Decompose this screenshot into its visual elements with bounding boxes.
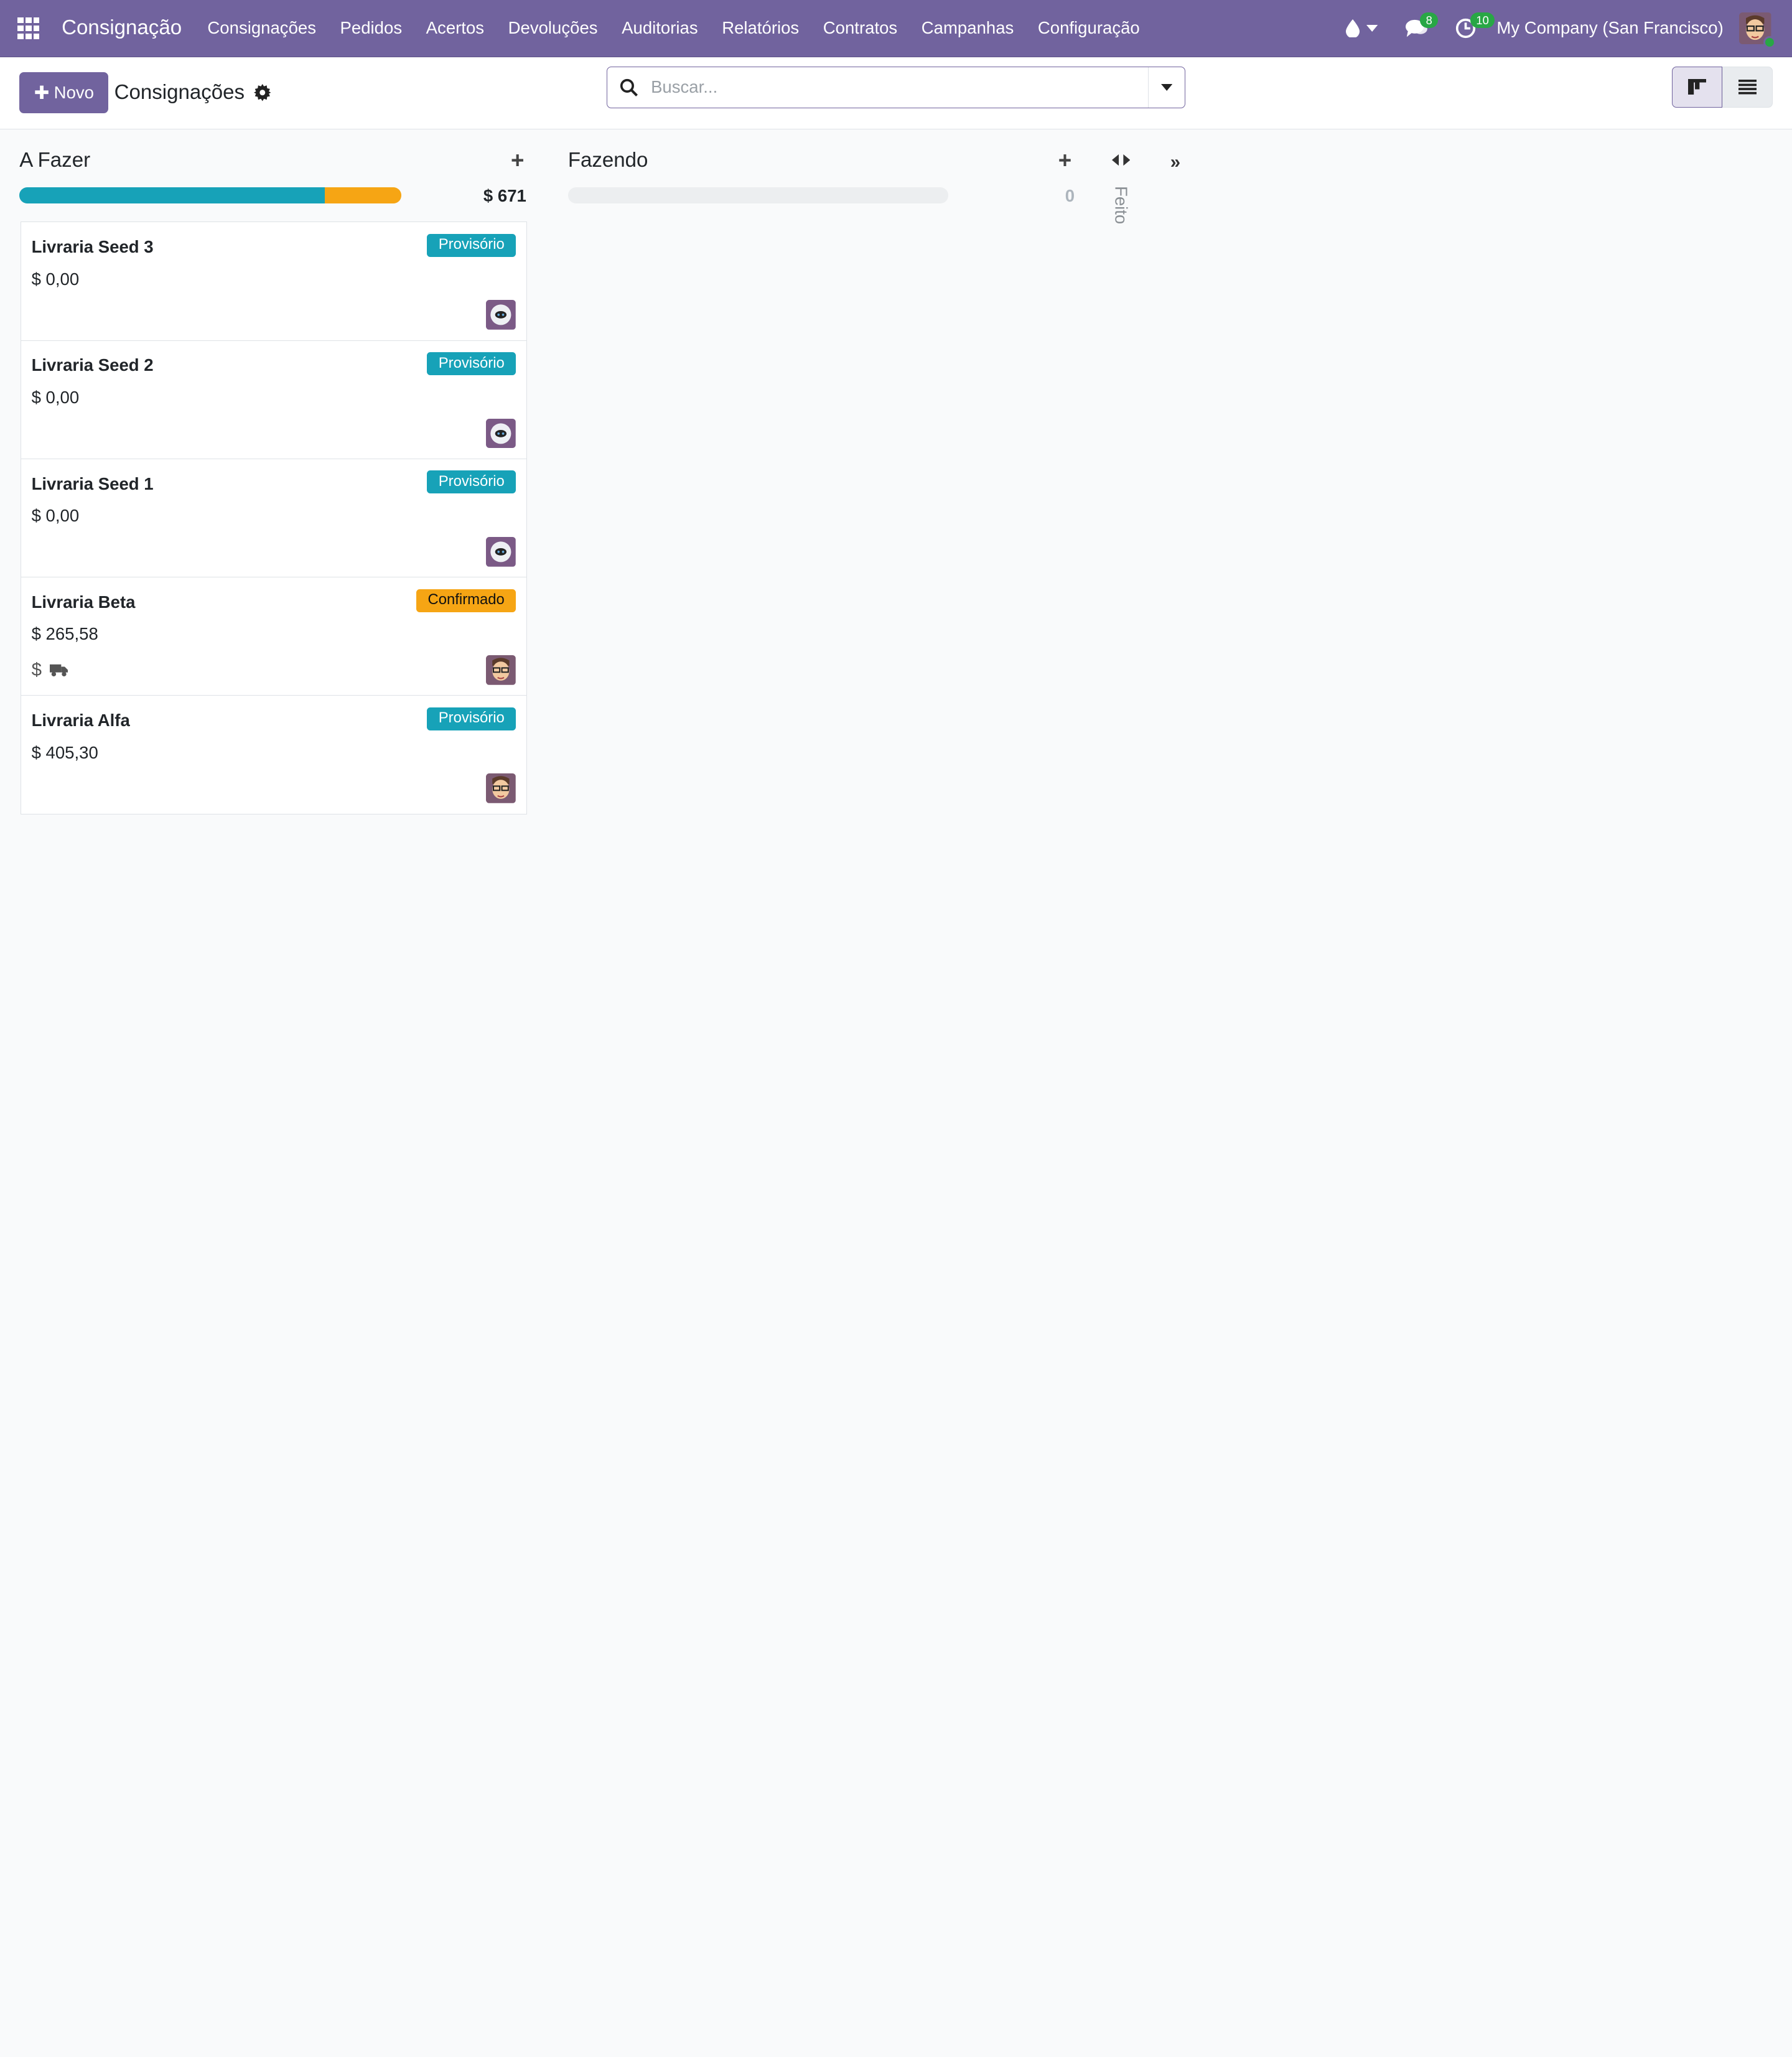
column-title-feito[interactable]: Feito xyxy=(1111,186,1131,224)
menu-item-campanhas[interactable]: Campanhas xyxy=(909,0,1025,57)
plus-icon: ✚ xyxy=(34,82,50,103)
caret-down-icon xyxy=(1160,83,1172,91)
bot-avatar[interactable] xyxy=(486,418,516,449)
search-input[interactable] xyxy=(651,77,1148,98)
status-badge: Confirmado xyxy=(416,589,516,612)
kanban-card[interactable]: Livraria Beta $ 265,58 Confirmado $ xyxy=(21,577,526,696)
card-icons: $ xyxy=(32,660,68,681)
messages-button[interactable]: 8 xyxy=(1405,0,1438,57)
kanban-card[interactable]: Livraria Seed 2 $ 0,00 Provisório xyxy=(21,340,526,459)
progress-confirmado[interactable] xyxy=(324,187,401,203)
kanban-card[interactable]: Livraria Seed 3 $ 0,00 Provisório xyxy=(21,222,526,341)
menu-item-pedidos[interactable]: Pedidos xyxy=(328,0,414,57)
column-progress-bar[interactable] xyxy=(19,187,401,203)
column-total: $ 671 xyxy=(483,186,526,206)
card-title: Livraria Seed 3 xyxy=(31,237,154,257)
kanban-view-button[interactable] xyxy=(1672,66,1722,108)
drop-icon xyxy=(1346,19,1360,38)
online-status-dot xyxy=(1763,36,1776,49)
chevron-down-icon xyxy=(1366,24,1378,32)
kanban-card[interactable]: Livraria Seed 1 $ 0,00 Provisório xyxy=(21,459,526,578)
app-name[interactable]: Consignação xyxy=(62,16,182,40)
page: Consignação Consignações Pedidos Acertos… xyxy=(0,0,1792,1120)
apps-icon[interactable] xyxy=(0,0,57,57)
bot-avatar[interactable] xyxy=(486,536,516,567)
double-chevron-right-icon[interactable]: » xyxy=(1170,152,1180,173)
menu-item-relatorios[interactable]: Relatórios xyxy=(710,0,811,57)
column-cards: Livraria Seed 3 $ 0,00 Provisório Livrar… xyxy=(21,222,527,814)
expand-column-icon[interactable] xyxy=(1112,154,1131,166)
truck-icon xyxy=(49,664,68,676)
card-amount: $ 0,00 xyxy=(31,269,80,289)
breadcrumb: Consignações xyxy=(114,81,271,105)
card-title: Livraria Alfa xyxy=(31,711,130,730)
list-icon xyxy=(1738,79,1757,95)
menu-item-consignacoes[interactable]: Consignações xyxy=(195,0,328,57)
view-switcher xyxy=(1672,66,1773,108)
status-badge: Provisório xyxy=(427,352,516,376)
column-add-icon[interactable]: + xyxy=(1058,147,1071,174)
new-button-label: Novo xyxy=(54,83,94,103)
user-avatar[interactable] xyxy=(486,773,516,804)
menu-item-contratos[interactable]: Contratos xyxy=(811,0,909,57)
card-amount: $ 405,30 xyxy=(31,742,98,762)
card-amount: $ 0,00 xyxy=(31,506,80,526)
messages-count-badge: 8 xyxy=(1420,12,1438,29)
card-title: Livraria Seed 1 xyxy=(31,473,154,493)
kanban-icon xyxy=(1687,78,1707,95)
card-title: Livraria Seed 2 xyxy=(31,355,154,375)
search-icon[interactable] xyxy=(607,78,651,96)
menu-item-acertos[interactable]: Acertos xyxy=(414,0,496,57)
card-amount: $ 0,00 xyxy=(31,387,80,407)
column-add-icon[interactable]: + xyxy=(511,147,524,174)
activities-button[interactable]: 10 xyxy=(1455,0,1495,57)
menu-item-configuracao[interactable]: Configuração xyxy=(1026,0,1152,57)
status-badge: Provisório xyxy=(427,233,516,257)
top-navbar: Consignação Consignações Pedidos Acertos… xyxy=(0,0,1792,57)
status-badge: Provisório xyxy=(427,707,516,730)
search-bar xyxy=(607,66,1185,109)
drop-dropdown[interactable] xyxy=(1346,0,1378,57)
user-avatar[interactable] xyxy=(486,655,516,685)
control-panel: ✚ Novo Consignações xyxy=(0,57,1792,129)
search-options-toggle[interactable] xyxy=(1147,67,1185,108)
menu-item-devolucoes[interactable]: Devoluções xyxy=(496,0,610,57)
menu-item-auditorias[interactable]: Auditorias xyxy=(610,0,710,57)
activities-count-badge: 10 xyxy=(1470,12,1495,29)
page-title: Consignações xyxy=(114,81,245,105)
company-switcher[interactable]: My Company (San Francisco) xyxy=(1496,18,1723,38)
kanban-card[interactable]: Livraria Alfa $ 405,30 Provisório xyxy=(21,696,526,814)
user-avatar[interactable] xyxy=(1739,12,1776,49)
gear-icon[interactable] xyxy=(253,84,271,101)
card-amount: $ 265,58 xyxy=(31,624,98,644)
bot-avatar[interactable] xyxy=(486,300,516,330)
progress-provisorio[interactable] xyxy=(19,187,325,203)
list-view-button[interactable] xyxy=(1722,66,1773,108)
navbar-systray: 8 10 My Company (San Francisco) xyxy=(1332,0,1792,57)
main-menu: Consignações Pedidos Acertos Devoluções … xyxy=(195,0,1152,57)
column-title-fazendo[interactable]: Fazendo xyxy=(568,149,648,172)
new-button[interactable]: ✚ Novo xyxy=(19,72,109,114)
card-title: Livraria Beta xyxy=(31,592,136,612)
dollar-icon: $ xyxy=(31,659,42,680)
column-total: 0 xyxy=(1065,186,1075,206)
column-title-a-fazer[interactable]: A Fazer xyxy=(19,149,90,172)
column-progress-bar[interactable] xyxy=(567,187,949,203)
status-badge: Provisório xyxy=(427,470,516,494)
kanban-board: A Fazer + $ 671 Livraria Seed 3 $ 0,00 P… xyxy=(0,129,1792,1119)
